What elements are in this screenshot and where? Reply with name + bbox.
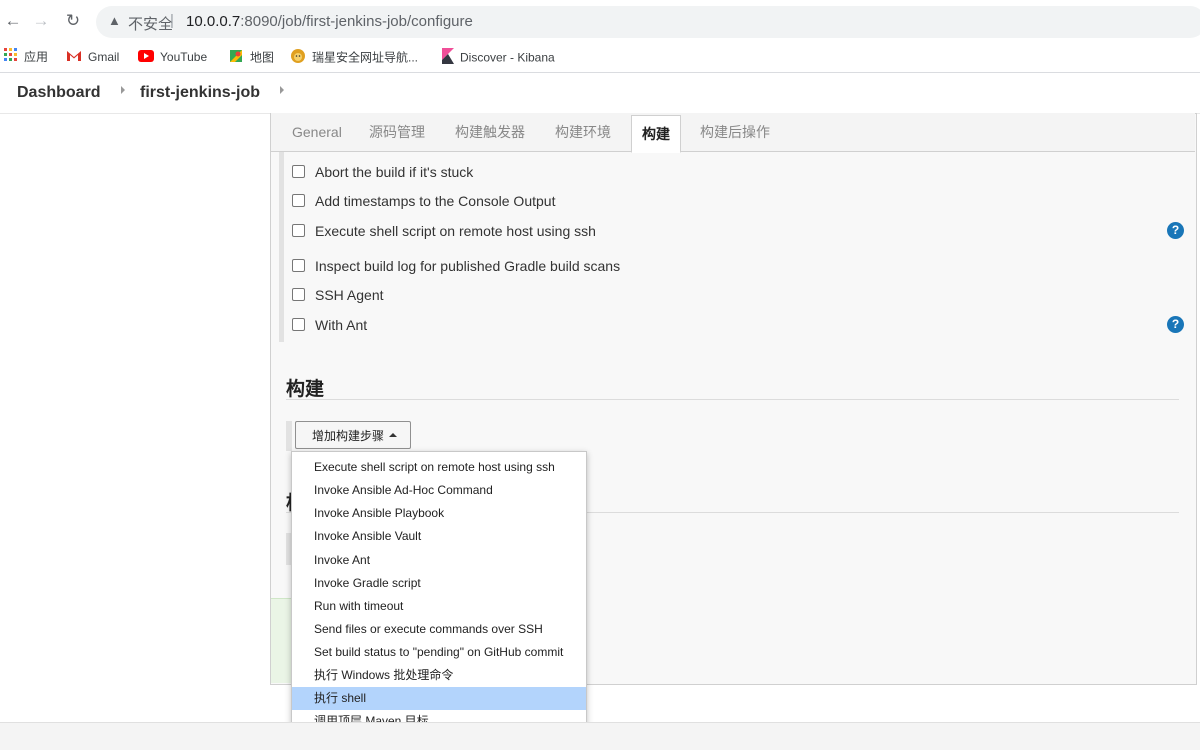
tab-build-environment[interactable]: 构建环境: [555, 113, 611, 151]
save-bar: [271, 598, 291, 683]
option-abort-stuck[interactable]: Abort the build if it's stuck: [292, 162, 473, 182]
bookmark-rising[interactable]: 瑞星安全网址导航...: [290, 48, 418, 66]
help-icon[interactable]: ?: [1167, 316, 1184, 333]
menu-item[interactable]: 执行 Windows 批处理命令: [292, 664, 586, 687]
tab-build-triggers[interactable]: 构建触发器: [455, 113, 525, 151]
option-gradle-scans[interactable]: Inspect build log for published Gradle b…: [292, 256, 620, 276]
option-with-ant[interactable]: With Ant: [292, 315, 367, 335]
checkbox[interactable]: [292, 193, 305, 207]
address-bar[interactable]: ▲ 不安全 | 10.0.0.7:8090/job/first-jenkins-…: [96, 6, 1200, 38]
checkbox[interactable]: [292, 258, 305, 272]
breadcrumb-separator-icon[interactable]: [280, 86, 284, 94]
menu-item[interactable]: Execute shell script on remote host usin…: [292, 456, 586, 479]
bookmarks-bar: 应用 Gmail YouTube 地图 瑞星安全网址导航... Discover…: [0, 42, 1200, 73]
checkbox[interactable]: [292, 287, 305, 301]
bookmark-youtube[interactable]: YouTube: [138, 48, 207, 66]
section-indent-bar: [286, 421, 292, 451]
warning-icon[interactable]: ▲: [108, 13, 121, 28]
bookmark-label: Discover - Kibana: [460, 50, 555, 65]
forward-arrow-icon[interactable]: →: [30, 10, 52, 32]
tab-build[interactable]: 构建: [631, 115, 681, 153]
menu-item-selected[interactable]: 执行 shell: [292, 687, 586, 710]
menu-item[interactable]: Invoke Ansible Vault: [292, 525, 586, 548]
option-label: Inspect build log for published Gradle b…: [315, 258, 621, 274]
option-label: Abort the build if it's stuck: [315, 164, 474, 180]
checkbox[interactable]: [292, 223, 305, 237]
url-host: 10.0.0.7: [186, 13, 241, 30]
bookmark-label: YouTube: [160, 50, 208, 64]
menu-item[interactable]: Invoke Gradle script: [292, 572, 586, 595]
breadcrumb-job[interactable]: first-jenkins-job: [140, 84, 260, 102]
breadcrumb-separator-icon[interactable]: [121, 86, 125, 94]
checkbox[interactable]: [292, 164, 305, 178]
checkbox[interactable]: [292, 317, 305, 331]
insecure-label[interactable]: 不安全: [128, 13, 173, 34]
bookmark-gmail[interactable]: Gmail: [66, 48, 119, 66]
menu-item[interactable]: Invoke Ansible Playbook: [292, 502, 586, 525]
maps-icon: [228, 48, 244, 69]
breadcrumb-dashboard[interactable]: Dashboard: [17, 84, 101, 102]
section-divider: [286, 399, 1179, 400]
bookmark-maps[interactable]: 地图: [228, 48, 274, 66]
reload-icon[interactable]: ↻: [62, 10, 84, 32]
breadcrumb: Dashboard first-jenkins-job: [0, 73, 1200, 114]
kibana-icon: [442, 48, 454, 69]
add-build-step-button[interactable]: 增加构建步骤: [295, 421, 411, 449]
option-label: Add timestamps to the Console Output: [315, 193, 556, 209]
menu-item[interactable]: Set build status to "pending" on GitHub …: [292, 641, 586, 664]
bookmark-label: Gmail: [88, 50, 120, 64]
caret-up-icon: [389, 432, 398, 437]
bookmark-label: 瑞星安全网址导航...: [312, 50, 419, 65]
option-remote-ssh[interactable]: Execute shell script on remote host usin…: [292, 221, 596, 241]
apps-grid-icon: [4, 48, 18, 67]
tab-scm[interactable]: 源码管理: [369, 113, 425, 151]
bookmark-label: 地图: [250, 50, 275, 65]
option-label: SSH Agent: [315, 287, 384, 303]
lion-icon: [290, 48, 306, 69]
bookmark-label: 应用: [24, 50, 49, 64]
gmail-icon: [66, 49, 82, 67]
bookmark-apps[interactable]: 应用: [4, 48, 48, 66]
build-section-title: 构建: [286, 379, 325, 400]
help-icon[interactable]: ?: [1167, 222, 1184, 239]
config-tabs: General 源码管理 构建触发器 构建环境 构建 构建后操作: [271, 113, 1195, 153]
bookmark-kibana[interactable]: Discover - Kibana: [442, 48, 555, 66]
url-path: :8090/job/first-jenkins-job/configure: [240, 13, 473, 30]
url-text[interactable]: 10.0.0.7:8090/job/first-jenkins-job/conf…: [186, 13, 473, 30]
tab-post-build[interactable]: 构建后操作: [700, 113, 770, 151]
add-build-step-label: 增加构建步骤: [312, 429, 385, 443]
option-label: With Ant: [315, 317, 368, 333]
youtube-icon: [138, 49, 154, 67]
menu-item[interactable]: Send files or execute commands over SSH: [292, 618, 586, 641]
option-ssh-agent[interactable]: SSH Agent: [292, 285, 384, 305]
page-footer: [0, 722, 1200, 750]
url-separator: |: [170, 12, 174, 29]
browser-toolbar: ← → ↻ ▲ 不安全 | 10.0.0.7:8090/job/first-je…: [0, 0, 1200, 42]
menu-item[interactable]: Invoke Ant: [292, 549, 586, 572]
build-step-menu: Execute shell script on remote host usin…: [291, 451, 587, 738]
menu-item[interactable]: Run with timeout: [292, 595, 586, 618]
menu-item[interactable]: Invoke Ansible Ad-Hoc Command: [292, 479, 586, 502]
back-arrow-icon[interactable]: ←: [2, 10, 24, 32]
option-label: Execute shell script on remote host usin…: [315, 223, 596, 239]
option-timestamps[interactable]: Add timestamps to the Console Output: [292, 191, 555, 211]
tab-general[interactable]: General: [292, 113, 342, 151]
section-indent-bar: [279, 152, 284, 342]
